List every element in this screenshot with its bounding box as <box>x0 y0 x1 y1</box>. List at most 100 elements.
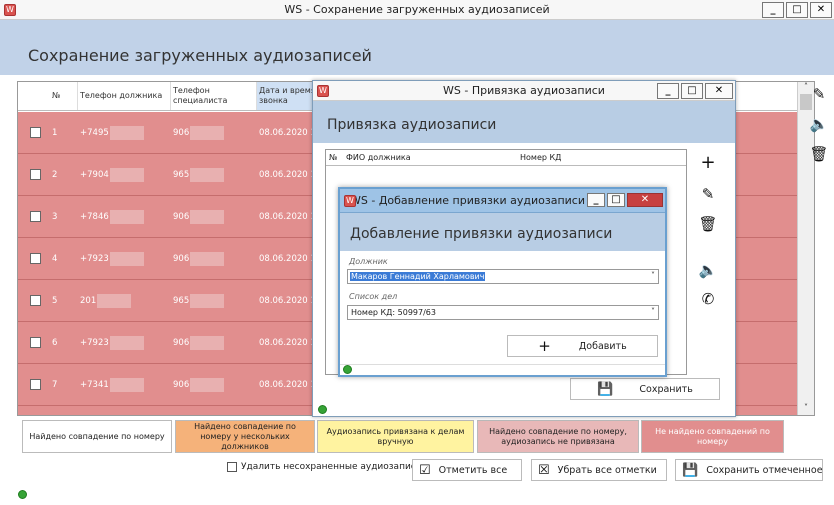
speaker-icon[interactable]: 🔈 <box>808 113 830 135</box>
close-button[interactable]: ✕ <box>810 2 832 18</box>
binding-speaker-icon[interactable]: 🔈 <box>697 259 719 281</box>
binding-trash-icon[interactable]: 🗑 <box>697 213 719 235</box>
add-titlebar: W WS - Добавление привязки аудиозаписи _… <box>340 189 665 213</box>
row-debtor-phone: 201 <box>80 280 170 321</box>
main-window-title: WS - Сохранение загруженных аудиозаписей <box>284 3 550 16</box>
save-icon: 💾 <box>682 462 699 478</box>
row-spec-phone: 906 <box>173 364 257 405</box>
phone-forward-icon[interactable]: ✆ <box>697 288 719 310</box>
debtor-select[interactable]: Макаров Геннадий Харламович ˅ <box>347 269 659 284</box>
binding-col-num: № <box>329 153 338 162</box>
redacted-block <box>109 251 144 266</box>
plus-icon: + <box>538 337 551 355</box>
row-spec-phone: 906 <box>173 238 257 279</box>
row-checkbox[interactable] <box>30 337 41 348</box>
row-num: 2 <box>52 169 58 180</box>
redacted-block <box>190 167 225 182</box>
cases-select[interactable]: Номер КД: 50997/63 ˅ <box>347 305 659 320</box>
mark-all-button[interactable]: ☑ Отметить все <box>412 459 522 481</box>
row-checkbox[interactable] <box>30 253 41 264</box>
row-spec-phone-text: 906 <box>173 379 190 390</box>
row-date: 08.06.2020 1 <box>259 127 316 138</box>
minimize-button[interactable]: _ <box>762 2 784 18</box>
binding-save-icon: 💾 <box>597 381 614 397</box>
col-num-header: № <box>50 82 78 110</box>
binding-table-header: № ФИО должника Номер КД <box>326 150 686 166</box>
row-debtor-phone-text: 201 <box>80 295 97 306</box>
row-date: 08.06.2020 1 <box>259 169 316 180</box>
binding-minimize-button[interactable]: _ <box>657 83 679 99</box>
binding-header: Привязка аудиозаписи <box>313 101 735 143</box>
binding-save-label: Сохранить <box>639 383 693 395</box>
row-spec-phone: 965 <box>173 280 257 321</box>
redacted-block <box>109 377 144 392</box>
delete-unsaved-checkbox-row[interactable]: Удалить несохраненные аудиозаписи <box>227 462 422 472</box>
row-checkbox[interactable] <box>30 379 41 390</box>
add-button[interactable]: + Добавить <box>507 335 658 357</box>
row-checkbox[interactable] <box>30 211 41 222</box>
main-header-title: Сохранение загруженных аудиозаписей <box>28 46 372 65</box>
row-debtor-phone-text: +7846 <box>80 211 109 222</box>
row-checkbox[interactable] <box>30 127 41 138</box>
add-maximize-button[interactable]: □ <box>607 193 625 207</box>
cases-chevron-down-icon[interactable]: ˅ <box>651 307 655 316</box>
redacted-block <box>190 377 225 392</box>
legend-item: Найдено совпадение по номеру у нескольки… <box>175 420 315 453</box>
add-close-button[interactable]: ✕ <box>627 193 663 207</box>
redacted-block <box>109 209 144 224</box>
add-status-icon <box>343 365 352 374</box>
row-num: 5 <box>52 295 58 306</box>
row-num: 7 <box>52 379 58 390</box>
binding-save-button[interactable]: 💾 Сохранить <box>570 378 720 400</box>
row-spec-phone: 906 <box>173 112 257 153</box>
row-debtor-phone-text: +7904 <box>80 169 109 180</box>
row-spec-phone: 906 <box>173 196 257 237</box>
main-header: Сохранение загруженных аудиозаписей <box>0 20 834 75</box>
binding-col-fio: ФИО должника <box>346 153 411 162</box>
add-app-icon: W <box>344 194 356 207</box>
row-num: 4 <box>52 253 58 264</box>
save-marked-label: Сохранить отмеченное <box>706 464 823 476</box>
legend-item: Не найдено совпадений по номеру <box>641 420 784 453</box>
binding-window-title: WS - Привязка аудиозаписи <box>443 84 605 97</box>
redacted-block <box>190 125 225 140</box>
binding-close-button[interactable]: ✕ <box>705 83 733 99</box>
add-minimize-button[interactable]: _ <box>587 193 605 207</box>
col-debtor-phone-header: Телефон должника <box>78 82 171 110</box>
row-debtor-phone: +7923 <box>80 322 170 363</box>
add-window-title: WS - Добавление привязки аудиозаписи <box>350 194 585 207</box>
scroll-down-arrow[interactable]: ˅ <box>798 403 814 415</box>
row-debtor-phone: +7904 <box>80 154 170 195</box>
maximize-button[interactable]: □ <box>786 2 808 18</box>
add-binding-icon[interactable]: + <box>697 151 719 173</box>
row-date: 08.06.2020 1 <box>259 379 316 390</box>
row-checkbox[interactable] <box>30 295 41 306</box>
row-debtor-phone: +7923 <box>80 238 170 279</box>
binding-maximize-button[interactable]: □ <box>681 83 703 99</box>
debtor-chevron-down-icon[interactable]: ˅ <box>651 271 655 280</box>
save-marked-button[interactable]: 💾 Сохранить отмеченное <box>675 459 823 481</box>
row-date: 08.06.2020 1 <box>259 253 316 264</box>
legend-item: Аудиозапись привязана к делам вручную <box>317 420 474 453</box>
add-statusbar <box>340 364 665 375</box>
redacted-block <box>190 209 225 224</box>
row-checkbox[interactable] <box>30 169 41 180</box>
binding-edit-icon[interactable]: ✎ <box>697 183 719 205</box>
trash-icon[interactable]: 🗑 <box>808 143 830 165</box>
row-date: 08.06.2020 1 <box>259 337 316 348</box>
delete-unsaved-checkbox[interactable] <box>227 462 237 472</box>
legend-item: Найдено совпадение по номеру <box>22 420 172 453</box>
edit-icon[interactable]: ✎ <box>808 83 830 105</box>
unmark-all-button[interactable]: ☒ Убрать все отметки <box>531 459 667 481</box>
redacted-block <box>190 335 225 350</box>
row-debtor-phone-text: +7923 <box>80 253 109 264</box>
binding-titlebar: W WS - Привязка аудиозаписи _ □ ✕ <box>313 81 735 101</box>
debtor-label: Должник <box>349 257 388 266</box>
add-window-controls: _ □ ✕ <box>587 193 663 207</box>
uncheck-list-icon: ☒ <box>538 462 550 478</box>
row-spec-phone-text: 965 <box>173 169 190 180</box>
binding-window-controls: _ □ ✕ <box>657 83 733 99</box>
binding-header-title: Привязка аудиозаписи <box>327 117 497 133</box>
row-date: 08.06.2020 1 <box>259 211 316 222</box>
row-spec-phone-text: 906 <box>173 253 190 264</box>
